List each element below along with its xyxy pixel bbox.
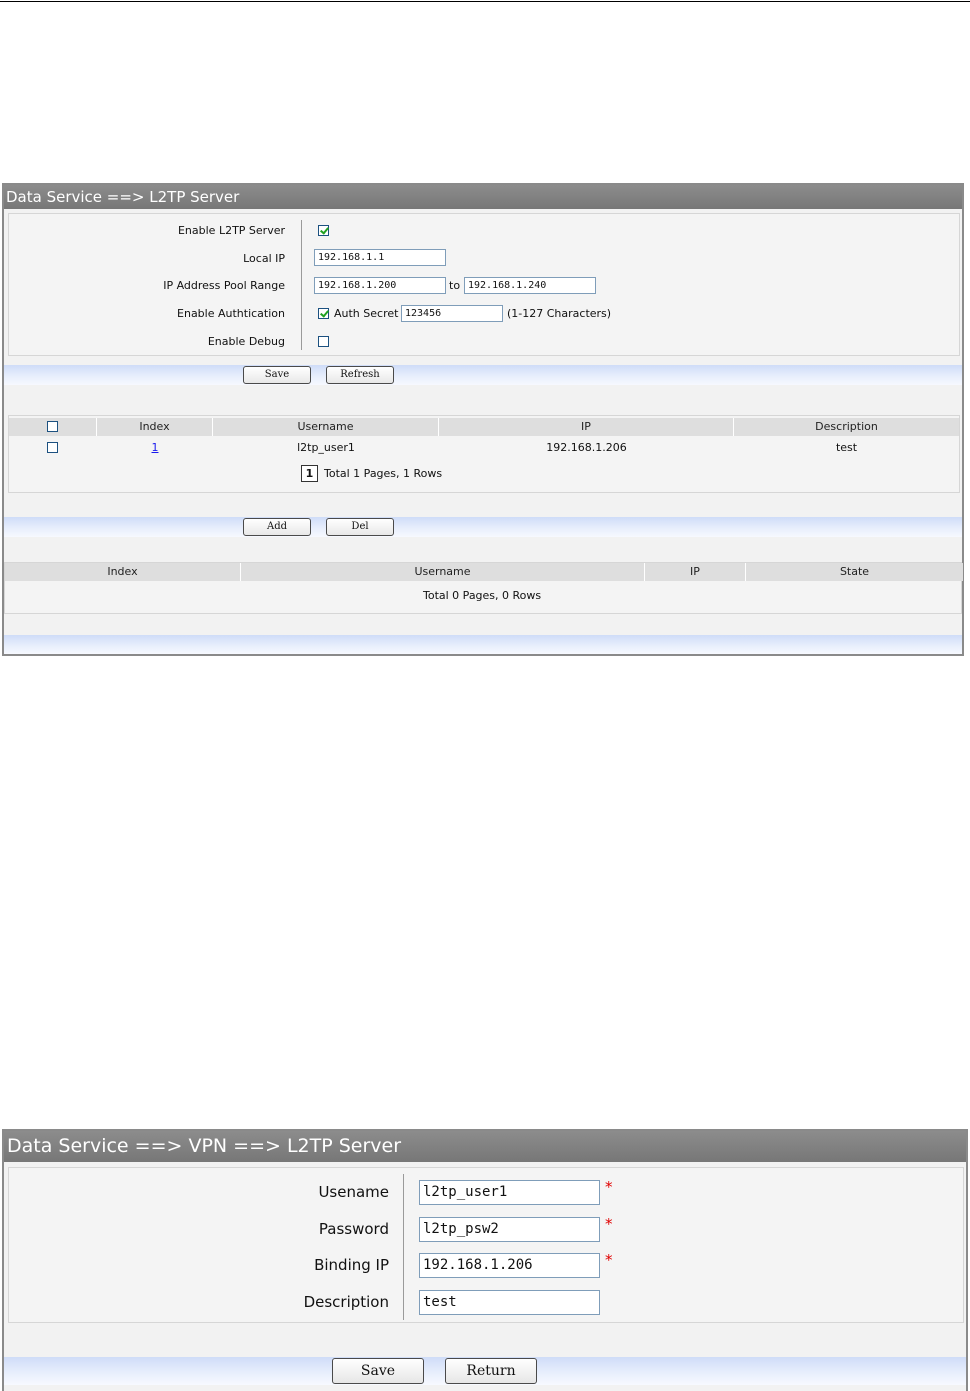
users-table-summary: Total 1 Pages, 1 Rows — [324, 467, 443, 480]
col-index: Index — [97, 418, 213, 436]
session-col-index: Index — [5, 563, 241, 581]
auth-secret-input[interactable]: 123456 — [401, 305, 503, 322]
panel-title: Data Service ==> L2TP Server — [4, 185, 962, 209]
ip-pool-to-label: to — [449, 279, 461, 292]
users-table-header: Index Username IP Description — [9, 418, 959, 436]
username-input[interactable]: l2tp_user1 — [419, 1180, 600, 1205]
ip-pool-end-input[interactable]: 192.168.1.240 — [464, 277, 596, 294]
auth-secret-label: Auth Secret — [334, 307, 399, 320]
col-ip: IP — [439, 418, 734, 436]
save-button[interactable]: Save — [243, 366, 311, 384]
settings-form: Enable L2TP Server Local IP 192.168.1.1 … — [8, 213, 960, 356]
row-index-cell: 1 — [97, 438, 213, 458]
password-label: Password — [318, 1220, 389, 1238]
local-ip-input[interactable]: 192.168.1.1 — [314, 249, 446, 266]
session-col-ip: IP — [645, 563, 746, 581]
form-divider — [403, 1174, 404, 1320]
page-top-rule — [0, 1, 970, 2]
row-ip: 192.168.1.206 — [546, 441, 627, 454]
refresh-button[interactable]: Refresh — [326, 366, 394, 384]
ip-pool-start-input[interactable]: 192.168.1.200 — [314, 277, 446, 294]
enable-debug-checkbox[interactable] — [318, 336, 329, 347]
binding-ip-label: Binding IP — [314, 1256, 389, 1274]
add-button[interactable]: Add — [243, 518, 311, 536]
row-select-checkbox[interactable] — [47, 442, 58, 453]
button-bar-3 — [4, 635, 962, 654]
enable-l2tp-label: Enable L2TP Server — [177, 224, 285, 237]
row-username: l2tp_user1 — [297, 441, 355, 454]
description-label: Description — [303, 1293, 389, 1311]
binding-ip-input[interactable]: 192.168.1.206 — [419, 1253, 600, 1278]
auth-secret-hint: (1-127 Characters) — [507, 307, 612, 320]
session-col-state: State — [839, 565, 870, 578]
panel-title: Data Service ==> VPN ==> L2TP Server — [4, 1131, 966, 1162]
sessions-table-header: Index Username IP State — [5, 563, 963, 581]
enable-auth-label: Enable Authtication — [177, 307, 285, 320]
username-required-mark: * — [605, 1178, 613, 1196]
select-all-header — [9, 418, 97, 436]
button-bar-2 — [4, 517, 962, 537]
select-all-checkbox[interactable] — [47, 421, 58, 432]
username-label: Usename — [318, 1183, 389, 1201]
password-input[interactable]: l2tp_psw2 — [419, 1217, 600, 1242]
return-button[interactable]: Return — [445, 1358, 537, 1384]
button-bar-1 — [4, 365, 962, 385]
ip-pool-label: IP Address Pool Range — [163, 279, 285, 292]
enable-l2tp-checkbox[interactable] — [318, 225, 329, 236]
form-divider — [301, 220, 302, 350]
l2tp-server-panel: Data Service ==> L2TP Server Enable L2TP… — [2, 183, 964, 656]
l2tp-user-edit-panel: Data Service ==> VPN ==> L2TP Server Use… — [2, 1129, 968, 1391]
row-select-cell — [9, 438, 97, 458]
table-row: 1 l2tp_user1 192.168.1.206 test — [9, 438, 959, 458]
enable-debug-label: Enable Debug — [207, 335, 285, 348]
col-username: Username — [213, 418, 439, 436]
save-button[interactable]: Save — [332, 1358, 424, 1384]
user-edit-form: Usename l2tp_user1 * Password l2tp_psw2 … — [8, 1167, 964, 1323]
sessions-table: Index Username IP State Total 0 Pages, 0… — [4, 562, 963, 614]
session-col-username: Username — [241, 563, 645, 581]
row-index-link[interactable]: 1 — [152, 441, 159, 454]
users-table: Index Username IP Description 1 l2tp_use… — [8, 415, 960, 493]
binding-ip-required-mark: * — [605, 1251, 613, 1269]
local-ip-label: Local IP — [243, 252, 285, 265]
row-description: test — [835, 441, 858, 454]
enable-auth-checkbox[interactable] — [318, 308, 329, 319]
password-required-mark: * — [605, 1215, 613, 1233]
sessions-table-summary: Total 0 Pages, 0 Rows — [423, 589, 542, 602]
description-input[interactable]: test — [419, 1290, 600, 1315]
del-button[interactable]: Del — [326, 518, 394, 536]
col-description: Description — [815, 420, 878, 433]
page-number-button[interactable]: 1 — [301, 465, 318, 482]
